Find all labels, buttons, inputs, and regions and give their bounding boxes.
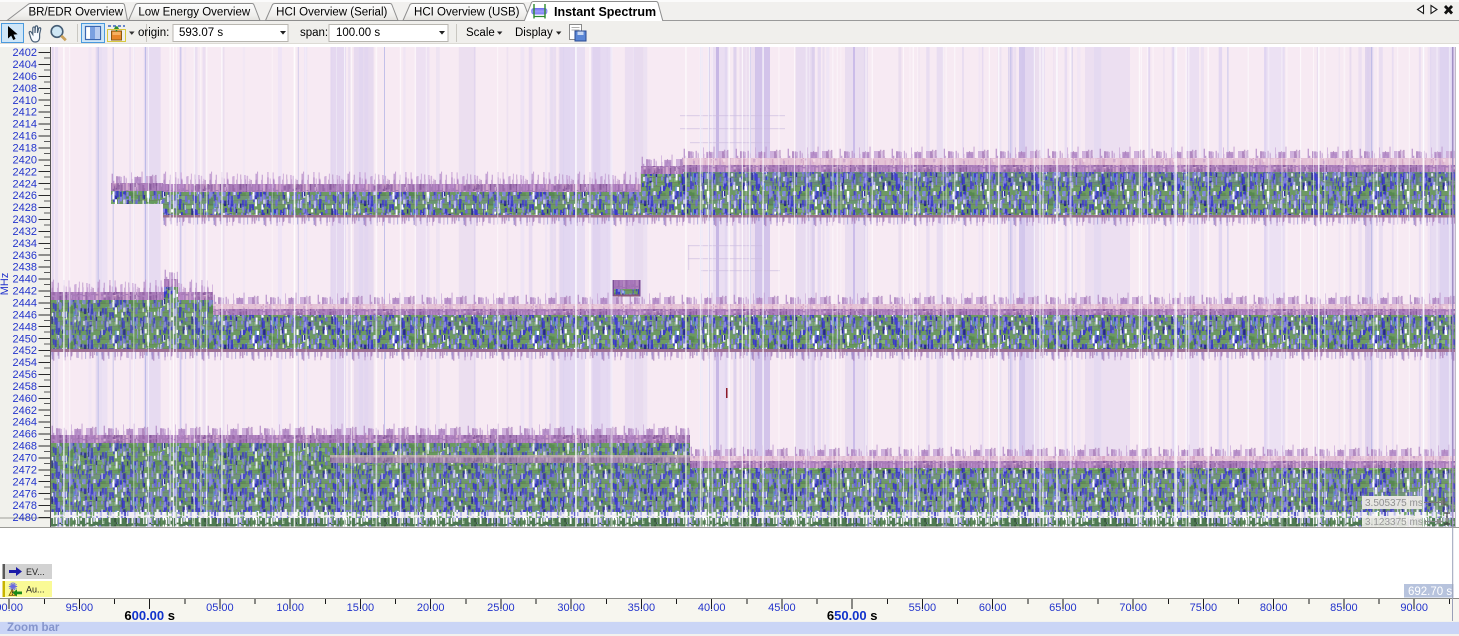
svg-text:2406: 2406 — [13, 71, 37, 83]
svg-text:90.00: 90.00 — [0, 602, 23, 614]
svg-text:692.70 s: 692.70 s — [1408, 586, 1452, 598]
svg-text:40.00: 40.00 — [698, 602, 726, 614]
svg-text:2404: 2404 — [13, 59, 37, 71]
svg-text:Scale: Scale — [466, 27, 495, 39]
svg-text:2436: 2436 — [13, 250, 37, 262]
svg-text:2460: 2460 — [13, 393, 37, 405]
svg-text:2468: 2468 — [13, 441, 37, 453]
svg-text:10.00: 10.00 — [276, 602, 304, 614]
svg-text:EV...: EV... — [26, 567, 45, 577]
svg-text:2458: 2458 — [13, 381, 37, 393]
svg-text:HCI Overview (Serial): HCI Overview (Serial) — [276, 7, 387, 19]
svg-text:60.00: 60.00 — [979, 602, 1007, 614]
svg-text:2446: 2446 — [13, 309, 37, 321]
svg-text:2438: 2438 — [13, 262, 37, 274]
svg-text:2424: 2424 — [13, 178, 37, 190]
svg-text:20.00: 20.00 — [417, 602, 445, 614]
svg-text:2474: 2474 — [13, 476, 37, 488]
svg-text:2434: 2434 — [13, 238, 37, 250]
svg-text:2440: 2440 — [13, 274, 37, 286]
svg-text:15.00: 15.00 — [347, 602, 375, 614]
svg-text:2472: 2472 — [13, 464, 37, 476]
svg-text:BR/EDR Overview: BR/EDR Overview — [28, 7, 123, 19]
svg-text:2412: 2412 — [13, 107, 37, 119]
svg-text:593.07 s: 593.07 s — [179, 27, 223, 39]
svg-text:2480: 2480 — [13, 512, 37, 524]
svg-text:2464: 2464 — [13, 417, 37, 429]
svg-text:2462: 2462 — [13, 405, 37, 417]
svg-text:2456: 2456 — [13, 369, 37, 381]
svg-text:2448: 2448 — [13, 321, 37, 333]
svg-text:2476: 2476 — [13, 488, 37, 500]
svg-text:2418: 2418 — [13, 143, 37, 155]
svg-text:2420: 2420 — [13, 154, 37, 166]
svg-text:3.123375 ms: 3.123375 ms — [1365, 517, 1423, 527]
svg-text:2466: 2466 — [13, 429, 37, 441]
svg-text:2432: 2432 — [13, 226, 37, 238]
svg-text:45.00: 45.00 — [768, 602, 796, 614]
svg-text:05.00: 05.00 — [206, 602, 234, 614]
svg-text:Instant Spectrum: Instant Spectrum — [554, 5, 656, 19]
svg-text:2450: 2450 — [13, 333, 37, 345]
svg-text:span:: span: — [300, 27, 328, 39]
svg-text:2416: 2416 — [13, 131, 37, 143]
svg-text:90.00: 90.00 — [1400, 602, 1428, 614]
svg-text:2444: 2444 — [13, 298, 37, 310]
svg-text:70.00: 70.00 — [1119, 602, 1147, 614]
svg-text:2454: 2454 — [13, 357, 37, 369]
svg-text:2410: 2410 — [13, 95, 37, 107]
svg-text:MHz: MHz — [0, 273, 11, 296]
svg-text:80.00: 80.00 — [1260, 602, 1288, 614]
svg-text:2414: 2414 — [13, 119, 37, 131]
svg-text:600.00 s: 600.00 s — [124, 608, 175, 622]
svg-text:2426: 2426 — [13, 190, 37, 202]
svg-text:origin:: origin: — [138, 27, 169, 39]
svg-text:2430: 2430 — [13, 214, 37, 226]
svg-text:2402: 2402 — [13, 47, 37, 59]
svg-text:30.00: 30.00 — [557, 602, 585, 614]
svg-text:3.505375 ms: 3.505375 ms — [1365, 498, 1423, 509]
svg-text:2428: 2428 — [13, 202, 37, 214]
svg-text:95.00: 95.00 — [66, 602, 94, 614]
svg-text:Au...: Au... — [26, 585, 45, 595]
svg-text:85.00: 85.00 — [1330, 602, 1358, 614]
svg-text:65.00: 65.00 — [1049, 602, 1077, 614]
svg-text:Low Energy Overview: Low Energy Overview — [138, 7, 251, 19]
svg-text:75.00: 75.00 — [1190, 602, 1218, 614]
svg-text:Display: Display — [515, 27, 553, 39]
svg-text:2442: 2442 — [13, 286, 37, 298]
svg-text:2470: 2470 — [13, 453, 37, 465]
svg-text:35.00: 35.00 — [628, 602, 656, 614]
svg-text:2408: 2408 — [13, 83, 37, 95]
svg-text:2478: 2478 — [13, 500, 37, 512]
svg-text:2452: 2452 — [13, 345, 37, 357]
svg-text:55.00: 55.00 — [909, 602, 937, 614]
svg-text:2422: 2422 — [13, 166, 37, 178]
svg-text:100.00 s: 100.00 s — [336, 27, 380, 39]
svg-text:HCI Overview (USB): HCI Overview (USB) — [414, 7, 520, 19]
svg-text:650.00 s: 650.00 s — [827, 608, 878, 622]
svg-text:25.00: 25.00 — [487, 602, 515, 614]
